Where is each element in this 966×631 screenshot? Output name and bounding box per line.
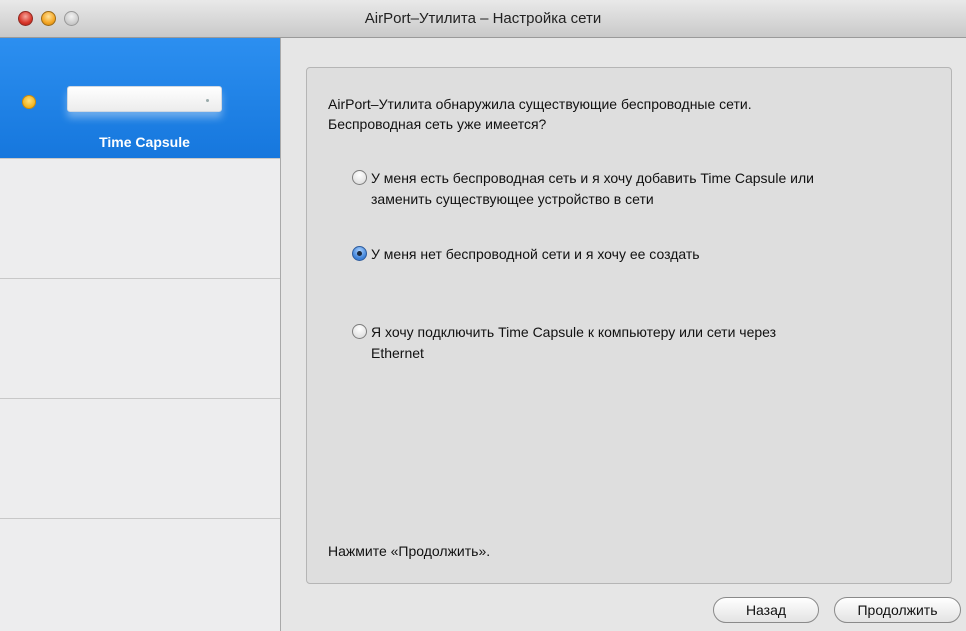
radio-button-selected-icon[interactable] <box>352 246 367 261</box>
back-button[interactable]: Назад <box>713 597 819 623</box>
radio-button-icon[interactable] <box>352 324 367 339</box>
option-label: У меня нет беспроводной сети и я хочу ее… <box>371 246 700 262</box>
device-led-icon <box>206 99 209 102</box>
option-label-continued: заменить существующее устройство в сети <box>371 191 654 207</box>
intro-line: AirPort–Утилита обнаружила существующие … <box>328 96 752 112</box>
option-connect-via-ethernet[interactable]: Я хочу подключить Time Capsule к компьют… <box>352 322 922 364</box>
device-name-label: Time Capsule <box>99 134 190 150</box>
continue-button[interactable]: Продолжить <box>834 597 961 623</box>
window-title: AirPort–Утилита – Настройка сети <box>364 10 602 27</box>
option-create-new-network[interactable]: У меня нет беспроводной сети и я хочу ее… <box>352 244 922 265</box>
option-label-continued: Ethernet <box>371 345 424 361</box>
instruction-text: Нажмите «Продолжить». <box>328 543 491 559</box>
intro-text: AirPort–Утилита обнаружила существующие … <box>328 94 928 134</box>
sidebar-empty-slot <box>0 398 280 518</box>
status-indicator-icon <box>22 95 36 109</box>
sidebar-item-time-capsule[interactable]: Time Capsule <box>0 38 280 158</box>
title-bar[interactable]: AirPort–Утилита – Настройка сети <box>0 0 966 38</box>
setup-panel: AirPort–Утилита обнаружила существующие … <box>306 67 952 584</box>
sidebar-empty-slot <box>0 518 280 631</box>
device-sidebar: Time Capsule <box>0 38 281 631</box>
time-capsule-device-icon <box>67 86 222 112</box>
option-add-to-existing-network[interactable]: У меня есть беспроводная сеть и я хочу д… <box>352 168 922 210</box>
sidebar-empty-slot <box>0 278 280 398</box>
airport-utility-window: AirPort–Утилита – Настройка сети Time Ca… <box>0 0 966 631</box>
option-label: У меня есть беспроводная сеть и я хочу д… <box>371 170 814 186</box>
sidebar-empty-slot <box>0 158 280 278</box>
option-label: Я хочу подключить Time Capsule к компьют… <box>371 324 777 340</box>
radio-button-icon[interactable] <box>352 170 367 185</box>
question-line: Беспроводная сеть уже имеется? <box>328 116 547 132</box>
